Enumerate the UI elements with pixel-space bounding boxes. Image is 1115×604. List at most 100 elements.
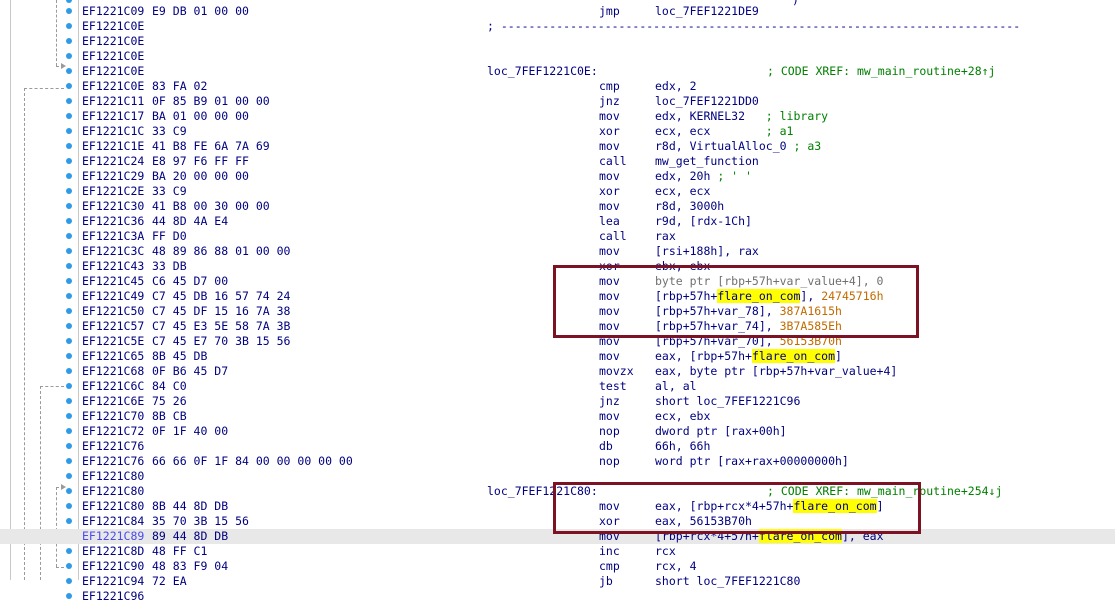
opcode-bytes[interactable]: 33 DB [152,259,187,274]
opcode-bytes[interactable]: C6 45 D7 00 [152,274,228,289]
listing-row[interactable]: EF1221C76 66 66 0F 1F 84 00 00 00 00 00 no… [0,454,1115,469]
address-cell[interactable]: EF1221C0E [82,34,144,49]
listing-row[interactable]: EF1221C30 41 B8 00 30 00 00 mov r8d, 3000h [0,199,1115,214]
opcode-bytes[interactable]: C7 45 E3 5E 58 7A 3B [152,319,290,334]
operand[interactable]: r9d, [rdx-1Ch] [655,214,752,229]
operand[interactable]: loc_7FEF1221DE9 [655,4,759,19]
address-cell[interactable]: EF1221C43 [82,259,144,274]
operand[interactable]: ecx, ecx [655,184,710,199]
opcode-bytes[interactable]: C7 45 E7 70 3B 15 56 [152,334,290,349]
listing-row[interactable]: EF1221C36 44 8D 4A E4 lea r9d, [rdx-1Ch] [0,214,1115,229]
address-cell[interactable]: EF1221C68 [82,364,144,379]
mnemonic[interactable]: mov [599,244,620,259]
opcode-bytes[interactable]: 44 8D 4A E4 [152,214,228,229]
operand[interactable]: short loc_7FEF1221C96 [655,394,800,409]
listing-row[interactable]: EF1221C6E 75 26 jnz short loc_7FEF1221C96 [0,394,1115,409]
mnemonic[interactable]: xor [599,124,620,139]
address-cell[interactable]: EF1221C72 [82,424,144,439]
listing-row[interactable]: EF1221C8D 48 FF C1 inc rcx [0,544,1115,559]
address-cell[interactable]: EF1221C11 [82,94,144,109]
address-cell[interactable]: EF1221C6E [82,394,144,409]
mnemonic[interactable]: test [599,379,627,394]
operand[interactable]: edx, 20h ; ' ' [655,169,752,184]
opcode-bytes[interactable]: 8B 45 DB [152,349,207,364]
mnemonic[interactable]: mov [599,349,620,364]
address-cell[interactable]: EF1221C29 [82,169,144,184]
address-cell[interactable]: EF1221C49 [82,289,144,304]
mnemonic[interactable]: mov [599,139,620,154]
opcode-bytes[interactable]: 8B 44 8D DB [152,499,228,514]
mnemonic[interactable]: jb [599,574,613,589]
opcode-bytes[interactable]: E9 DB 01 00 00 [152,4,249,19]
operand[interactable]: edx, KERNEL32 ; library [655,109,828,124]
address-cell[interactable]: EF1221C80 [82,484,144,499]
address-cell[interactable]: EF1221C76 [82,454,144,469]
opcode-bytes[interactable]: 0F B6 45 D7 [152,364,228,379]
opcode-bytes[interactable]: 8B CB [152,409,187,424]
address-cell[interactable]: EF1221C84 [82,514,144,529]
listing-row[interactable]: EF1221C68 0F B6 45 D7 movzx eax, byte ptr [… [0,364,1115,379]
listing-row[interactable]: EF1221C1C 33 C9 xor ecx, ecx ; a1 [0,124,1115,139]
opcode-bytes[interactable]: 41 B8 FE 6A 7A 69 [152,139,270,154]
operand[interactable]: mw_get_function [655,154,759,169]
address-cell[interactable]: EF1221C57 [82,319,144,334]
address-cell[interactable]: EF1221C96 [82,589,144,604]
address-cell[interactable]: EF1221C09 [82,4,144,19]
opcode-bytes[interactable]: 48 83 F9 04 [152,559,228,574]
operand[interactable]: ecx, ecx ; a1 [655,124,793,139]
mnemonic[interactable]: cmp [599,79,620,94]
mnemonic[interactable]: lea [599,214,620,229]
opcode-bytes[interactable]: 75 26 [152,394,187,409]
listing-row[interactable]: EF1221C24 E8 97 F6 FF FF call mw_get_functi… [0,154,1115,169]
address-cell[interactable]: EF1221C30 [82,199,144,214]
operand[interactable]: eax, [rbp+57h+flare_on_com] [655,349,842,364]
mnemonic[interactable]: call [599,154,627,169]
opcode-bytes[interactable]: 0F 1F 40 00 [152,424,228,439]
operand[interactable]: 66h, 66h [655,439,710,454]
listing-row[interactable]: EF1221C76 db 66h, 66h [0,439,1115,454]
opcode-bytes[interactable]: 33 C9 [152,184,187,199]
address-cell[interactable]: EF1221C0E [82,79,144,94]
operand[interactable]: rcx, 4 [655,559,697,574]
operand[interactable]: r8d, 3000h [655,199,724,214]
operand[interactable]: r8d, VirtualAlloc_0 ; a3 [655,139,821,154]
address-cell[interactable]: EF1221C70 [82,409,144,424]
operand[interactable]: eax, byte ptr [rbp+57h+var_value+4] [655,364,897,379]
listing-row[interactable]: EF1221C0E 83 FA 02 cmp edx, 2 [0,79,1115,94]
mnemonic[interactable]: xor [599,184,620,199]
listing-row[interactable]: EF1221C65 8B 45 DB mov eax, [rbp+57h+flare_… [0,349,1115,364]
opcode-bytes[interactable]: BA 01 00 00 00 [152,109,249,124]
address-cell[interactable]: EF1221C36 [82,214,144,229]
operand[interactable]: ecx, ebx [655,409,710,424]
address-cell[interactable]: EF1221C6C [82,379,144,394]
mnemonic[interactable]: movzx [599,364,634,379]
operand[interactable]: edx, 2 [655,79,697,94]
listing-row[interactable]: EF1221C70 8B CB mov ecx, ebx [0,409,1115,424]
listing-row[interactable]: EF1221C96 [0,589,1115,604]
operand[interactable]: [rsi+188h], rax [655,244,759,259]
opcode-bytes[interactable]: 41 B8 00 30 00 00 [152,199,270,214]
opcode-bytes[interactable]: BA 20 00 00 00 [152,169,249,184]
mnemonic[interactable]: mov [599,169,620,184]
address-cell[interactable]: EF1221C94 [82,574,144,589]
opcode-bytes[interactable]: 33 C9 [152,124,187,139]
opcode-bytes[interactable]: 83 FA 02 [152,79,207,94]
address-cell[interactable]: EF1221C1E [82,139,144,154]
address-cell[interactable]: EF1221C2E [82,184,144,199]
listing-row[interactable]: EF1221C2E 33 C9 xor ecx, ecx [0,184,1115,199]
listing-row[interactable]: EF1221C3A FF D0 call rax [0,229,1115,244]
listing-row[interactable]: EF1221C0E [0,34,1115,49]
listing-row[interactable]: EF1221C90 48 83 F9 04 cmp rcx, 4 [0,559,1115,574]
listing-row[interactable]: EF1221C1E 41 B8 FE 6A 7A 69 mov r8d, Virtua… [0,139,1115,154]
listing-row[interactable]: EF1221C0E ; -----------------------------… [0,19,1115,34]
xref-comment[interactable]: ; CODE XREF: mw_main_routine+28↑j [767,64,995,79]
listing-row[interactable]: EF1221C17 BA 01 00 00 00 mov edx, KERNEL32 … [0,109,1115,124]
opcode-bytes[interactable]: C7 45 DF 15 16 7A 38 [152,304,290,319]
operand[interactable]: loc_7FEF1221DD0 [655,94,759,109]
address-cell[interactable]: EF1221C76 [82,439,144,454]
mnemonic[interactable]: mov [599,109,620,124]
listing-row[interactable]: EF1221C29 BA 20 00 00 00 mov edx, 20h ; ' ' [0,169,1115,184]
mnemonic[interactable]: nop [599,424,620,439]
mnemonic[interactable]: nop [599,454,620,469]
opcode-bytes[interactable]: 48 FF C1 [152,544,207,559]
